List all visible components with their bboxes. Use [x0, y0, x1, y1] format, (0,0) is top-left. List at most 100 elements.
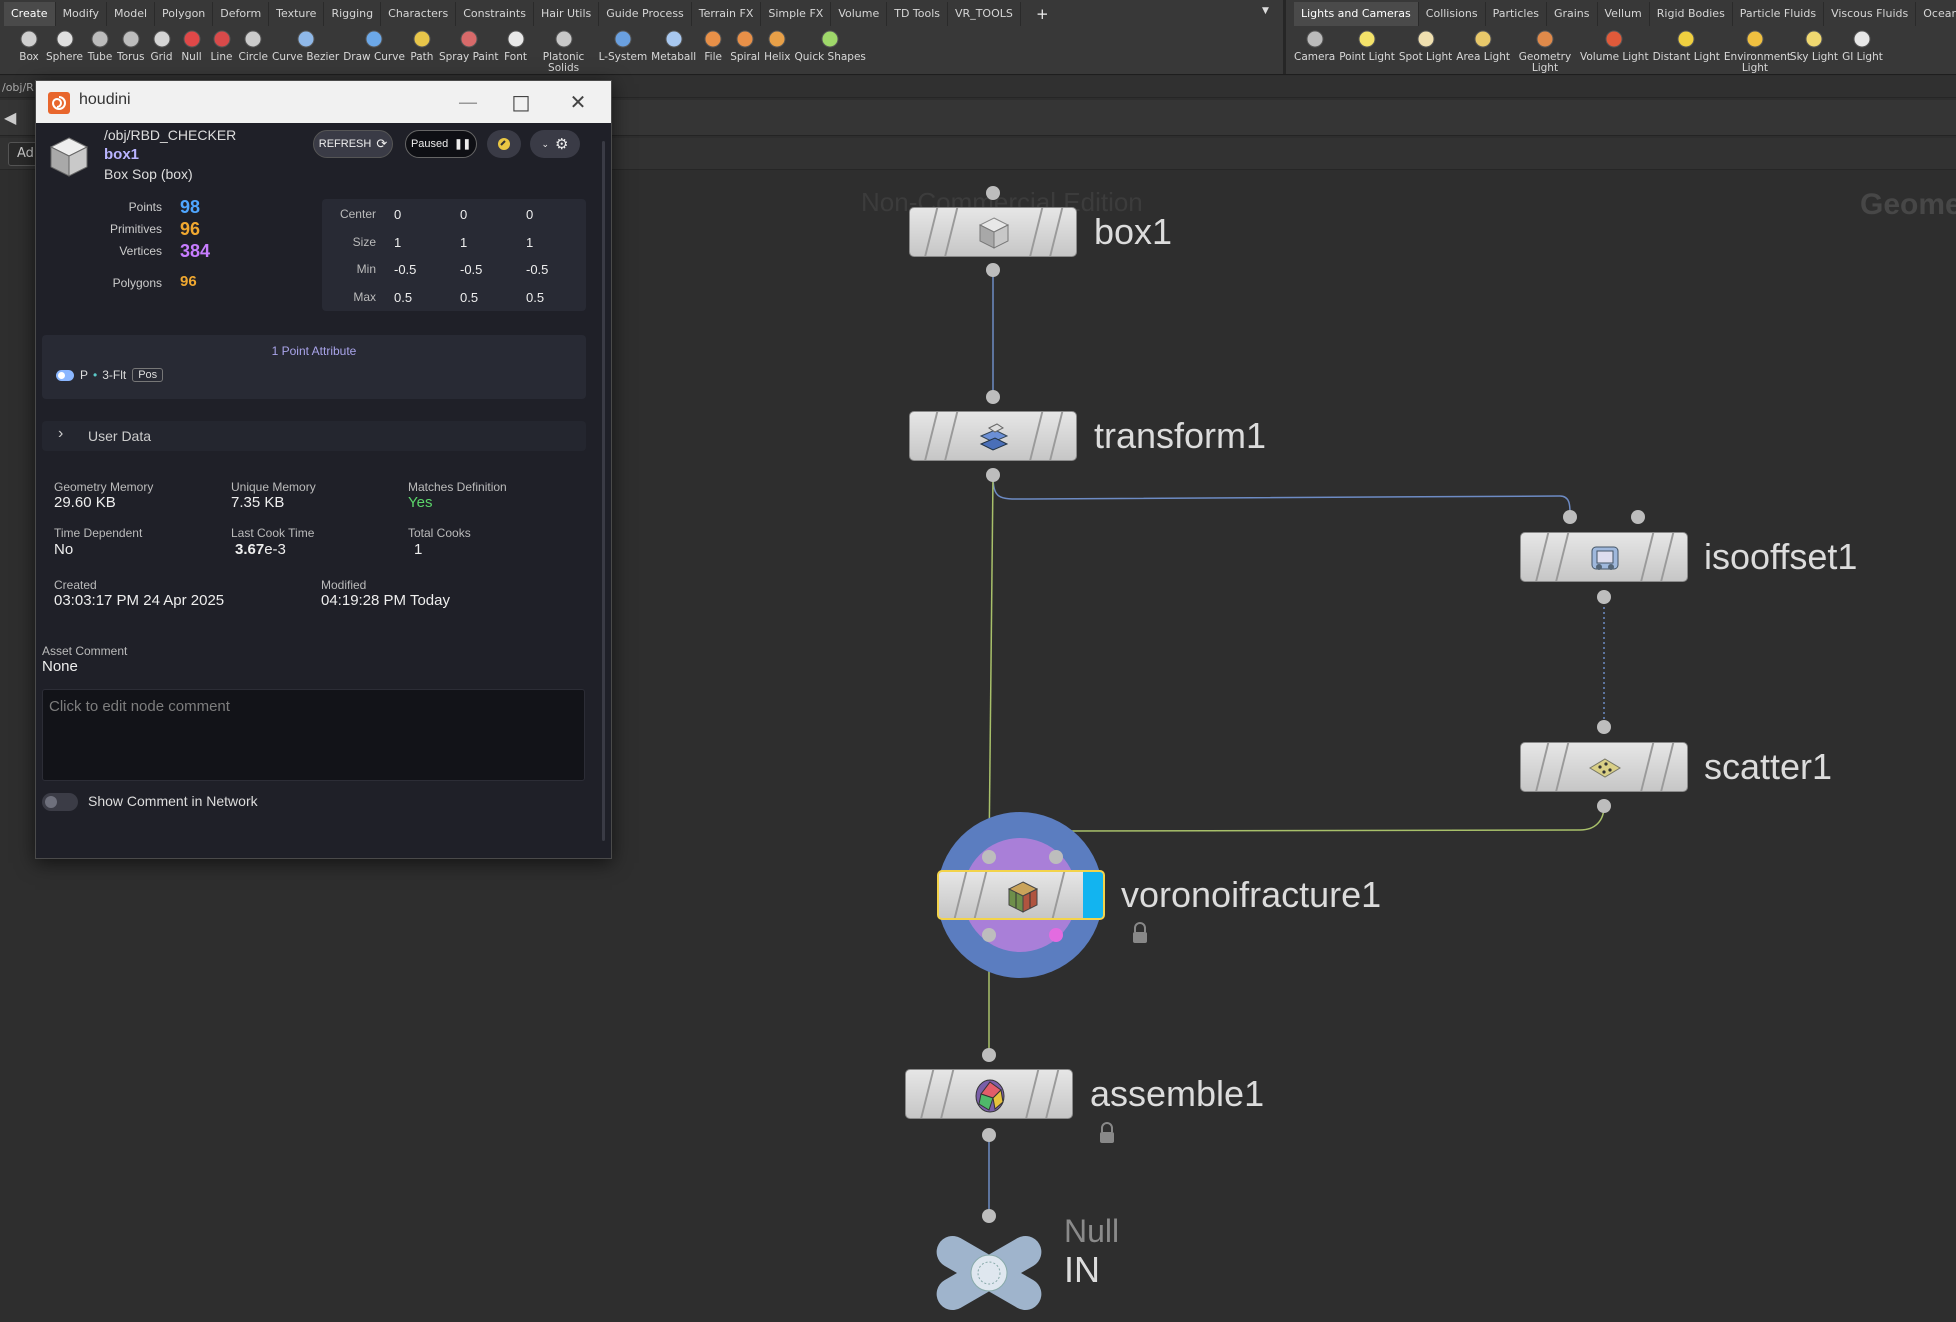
node-output-port[interactable] [982, 928, 996, 942]
window-titlebar[interactable]: houdini — □ ✕ [36, 81, 611, 123]
node-input-port[interactable] [1049, 850, 1063, 864]
shelf-tab-oceans[interactable]: Oceans [1916, 2, 1956, 26]
shelf-tab-lights-and-cameras[interactable]: Lights and Cameras [1294, 2, 1419, 26]
attribute-toggle-icon[interactable] [56, 369, 74, 381]
shelf-tab-td-tools[interactable]: TD Tools [887, 2, 949, 26]
node-input-port[interactable] [986, 186, 1000, 200]
node-transform1[interactable] [909, 411, 1077, 461]
node-output-port[interactable] [1597, 590, 1611, 604]
shelf-tab-polygon[interactable]: Polygon [155, 2, 214, 26]
tool-l-system[interactable]: L-System [597, 26, 650, 63]
shelf-tab-simple-fx[interactable]: Simple FX [761, 2, 832, 26]
node-input-port[interactable] [1563, 510, 1577, 524]
shelf-tab-guide-process[interactable]: Guide Process [599, 2, 692, 26]
tool-line[interactable]: Line [207, 26, 237, 63]
node-input-port[interactable] [982, 1048, 996, 1062]
node-label-scatter1[interactable]: scatter1 [1704, 746, 1832, 788]
user-data-section[interactable]: › User Data [42, 421, 586, 451]
back-arrow-icon[interactable]: ◀ [4, 108, 16, 127]
node-output-port[interactable] [982, 1128, 996, 1142]
tool-font[interactable]: Font [501, 26, 531, 63]
node-output-port[interactable] [1049, 928, 1063, 942]
shelf-tab-grains[interactable]: Grains [1547, 2, 1598, 26]
lock-icon[interactable] [1131, 922, 1149, 944]
shelf-dropdown-icon[interactable]: ▼ [1262, 6, 1269, 16]
shelf-tab-rigid-bodies[interactable]: Rigid Bodies [1650, 2, 1733, 26]
shelf-tab-particles[interactable]: Particles [1486, 2, 1547, 26]
node-label-box1[interactable]: box1 [1094, 211, 1172, 253]
tool-null[interactable]: Null [177, 26, 207, 63]
tool-volume-light[interactable]: Volume Light [1578, 26, 1651, 63]
node-input-port[interactable] [982, 1209, 996, 1223]
tool-spiral[interactable]: Spiral [728, 26, 762, 63]
tool-quick-shapes[interactable]: Quick Shapes [793, 26, 868, 63]
node-input-port[interactable] [986, 390, 1000, 404]
shelf-tab-viscous-fluids[interactable]: Viscous Fluids [1824, 2, 1917, 26]
shelf-tab-hair-utils[interactable]: Hair Utils [534, 2, 600, 26]
shelf-tab-model[interactable]: Model [107, 2, 156, 26]
shelf-tab-create[interactable]: Create [4, 2, 56, 26]
shelf-tab-characters[interactable]: Characters [381, 2, 457, 26]
node-label-null-in[interactable]: IN [1064, 1249, 1100, 1291]
display-flag[interactable] [1083, 872, 1103, 918]
shelf-tab-rigging[interactable]: Rigging [324, 2, 382, 26]
tool-environment-light[interactable]: Environment Light [1722, 26, 1791, 74]
tool-platonic-solids[interactable]: Platonic Solids [531, 26, 597, 74]
refresh-button[interactable]: REFRESH ⟳ [313, 130, 393, 158]
tool-box[interactable]: Box [14, 26, 44, 63]
path-text[interactable]: /obj/R [0, 81, 34, 94]
shelf-tab-volume[interactable]: Volume [831, 2, 888, 26]
node-null-in[interactable] [928, 1228, 1050, 1318]
shelf-tab-modify[interactable]: Modify [56, 2, 108, 26]
tool-distant-light[interactable]: Distant Light [1651, 26, 1722, 63]
pin-button[interactable] [487, 130, 521, 158]
close-icon[interactable]: ✕ [563, 87, 593, 117]
tool-torus[interactable]: Torus [115, 26, 147, 63]
node-input-port[interactable] [1631, 510, 1645, 524]
add-shelf-tab-button[interactable]: + [1028, 2, 1057, 26]
node-voronoifracture1[interactable] [937, 870, 1105, 920]
show-comment-toggle[interactable] [42, 793, 78, 811]
shelf-tab-terrain-fx[interactable]: Terrain FX [692, 2, 762, 26]
tool-area-light[interactable]: Area Light [1454, 26, 1512, 63]
tool-metaball[interactable]: Metaball [649, 26, 698, 63]
tool-curve-bezier[interactable]: Curve Bezier [270, 26, 341, 63]
node-isooffset1[interactable] [1520, 532, 1688, 582]
minimize-icon[interactable]: — [453, 87, 483, 117]
tool-geometry-light[interactable]: Geometry Light [1512, 26, 1578, 74]
settings-menu-button[interactable]: ⌄ ⚙ [530, 130, 580, 158]
tool-sky-light[interactable]: Sky Light [1788, 26, 1840, 63]
node-label-assemble1[interactable]: assemble1 [1090, 1073, 1264, 1115]
tool-sphere[interactable]: Sphere [44, 26, 85, 63]
tool-circle[interactable]: Circle [237, 26, 271, 63]
node-box1[interactable] [909, 207, 1077, 257]
node-label-isooffset1[interactable]: isooffset1 [1704, 536, 1857, 578]
node-output-port[interactable] [986, 263, 1000, 277]
node-output-port[interactable] [986, 468, 1000, 482]
shelf-tab-texture[interactable]: Texture [269, 2, 325, 26]
tool-tube[interactable]: Tube [85, 26, 115, 63]
shelf-divider[interactable] [1283, 0, 1286, 74]
tool-draw-curve[interactable]: Draw Curve [341, 26, 407, 63]
shelf-tab-particle-fluids[interactable]: Particle Fluids [1733, 2, 1825, 26]
tool-helix[interactable]: Helix [762, 26, 792, 63]
tool-spray-paint[interactable]: Spray Paint [437, 26, 501, 63]
node-comment-input[interactable]: Click to edit node comment [42, 689, 585, 781]
node-input-port[interactable] [1597, 720, 1611, 734]
node-output-port[interactable] [1597, 799, 1611, 813]
attribute-row[interactable]: P • 3-Flt Pos [56, 368, 164, 382]
scrollbar[interactable] [602, 141, 605, 841]
shelf-tab-vellum[interactable]: Vellum [1598, 2, 1650, 26]
tool-point-light[interactable]: Point Light [1337, 26, 1397, 63]
node-assemble1[interactable] [905, 1069, 1073, 1119]
tool-grid[interactable]: Grid [147, 26, 177, 63]
shelf-tab-collisions[interactable]: Collisions [1419, 2, 1486, 26]
tool-spot-light[interactable]: Spot Light [1397, 26, 1454, 63]
tool-camera[interactable]: Camera [1292, 26, 1337, 63]
node-scatter1[interactable] [1520, 742, 1688, 792]
tool-path[interactable]: Path [407, 26, 437, 63]
node-label-transform1[interactable]: transform1 [1094, 415, 1266, 457]
tool-gi-light[interactable]: GI Light [1840, 26, 1885, 63]
node-label-voronoifracture1[interactable]: voronoifracture1 [1121, 874, 1381, 916]
paused-button[interactable]: Paused ❚❚ [405, 130, 477, 158]
